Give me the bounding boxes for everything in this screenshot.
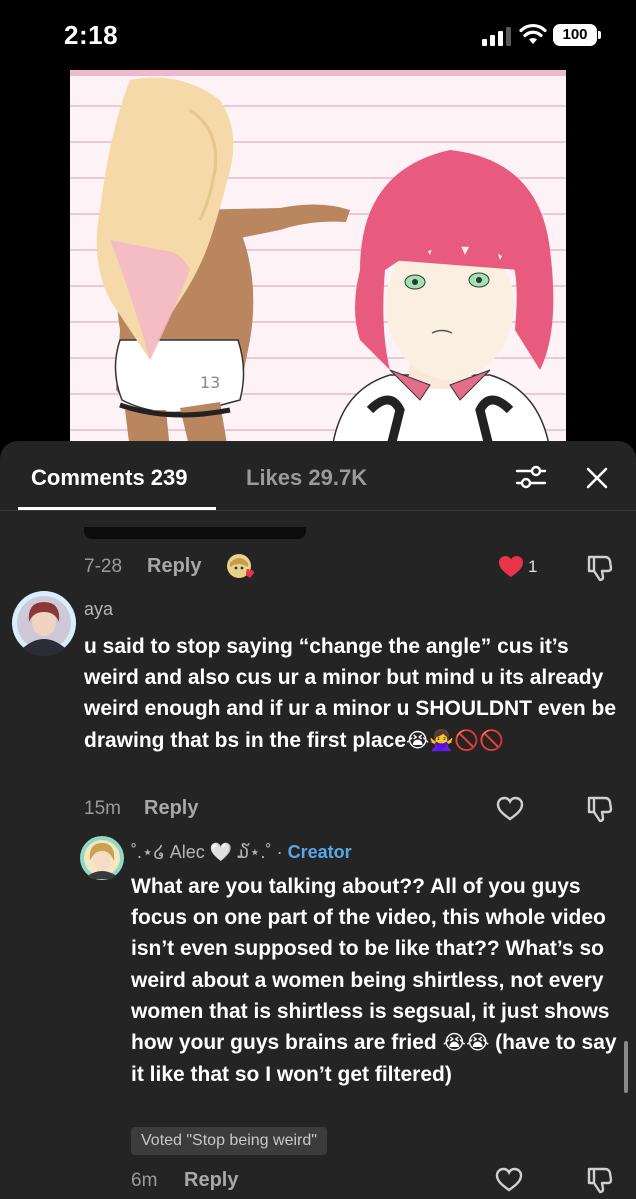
tab-comments[interactable]: Comments 239 bbox=[31, 465, 188, 491]
svg-text:13: 13 bbox=[200, 373, 220, 392]
comment-time: 15m bbox=[84, 798, 121, 819]
avatar[interactable] bbox=[79, 835, 125, 881]
scrollbar[interactable] bbox=[624, 1041, 628, 1093]
video-artwork: 13 bbox=[70, 70, 566, 450]
active-tab-indicator bbox=[18, 507, 216, 510]
cellular-signal-icon bbox=[482, 26, 512, 46]
dislike-icon[interactable] bbox=[584, 794, 614, 824]
battery-nub bbox=[598, 31, 601, 39]
reply-author[interactable]: ˚.⋆໒ Alec 🤍 ໓⋆.˚ bbox=[131, 842, 272, 862]
comment-date: 7-28 bbox=[84, 556, 123, 577]
reply-button[interactable]: Reply bbox=[147, 555, 201, 578]
author-separator: · bbox=[276, 842, 283, 862]
tab-likes[interactable]: Likes 29.7K bbox=[246, 465, 367, 491]
status-time: 2:18 bbox=[64, 20, 119, 50]
comment-author[interactable]: aya bbox=[84, 599, 113, 620]
heart-filled-icon[interactable] bbox=[498, 555, 524, 579]
comments-tabs: Comments 239 Likes 29.7K bbox=[0, 441, 636, 511]
avatar[interactable] bbox=[11, 590, 77, 656]
truncated-content bbox=[84, 527, 306, 539]
sliders-icon[interactable] bbox=[515, 463, 547, 491]
comment-text-body: u said to stop saying “change the angle”… bbox=[84, 635, 617, 752]
comment-emojis: 😭🙅‍♀️🚫🚫 bbox=[406, 729, 505, 752]
reply-text: What are you talking about?? All of you … bbox=[131, 871, 623, 1090]
dislike-icon[interactable] bbox=[584, 1165, 614, 1195]
status-bar: 2:18 100 bbox=[0, 0, 636, 70]
reply-text-part1: What are you talking about?? All of you … bbox=[131, 875, 610, 1055]
heart-outline-icon[interactable] bbox=[496, 796, 524, 822]
comment-text: u said to stop saying “change the angle”… bbox=[84, 631, 624, 757]
poll-vote-badge: Voted "Stop being weird" bbox=[131, 1127, 327, 1155]
reply-button[interactable]: Reply bbox=[184, 1169, 238, 1192]
creator-badge: Creator bbox=[287, 842, 352, 862]
wifi-icon bbox=[519, 23, 547, 44]
video-player[interactable]: 13 bbox=[0, 70, 636, 450]
battery-icon: 100 bbox=[553, 24, 597, 46]
like-count: 1 bbox=[528, 557, 538, 576]
creator-liked-avatar bbox=[227, 554, 254, 578]
reply-time: 6m bbox=[131, 1170, 158, 1191]
reply-button[interactable]: Reply bbox=[144, 797, 198, 820]
heart-outline-icon[interactable] bbox=[495, 1167, 523, 1193]
dislike-icon[interactable] bbox=[584, 553, 614, 583]
reply-author-line: ˚.⋆໒ Alec 🤍 ໓⋆.˚ · Creator bbox=[131, 842, 352, 863]
reply-emojis: 😭😭 bbox=[442, 1032, 490, 1055]
comments-panel: Comments 239 Likes 29.7K 7-28 Reply 1 ay… bbox=[0, 441, 636, 1199]
close-icon[interactable] bbox=[582, 463, 612, 493]
